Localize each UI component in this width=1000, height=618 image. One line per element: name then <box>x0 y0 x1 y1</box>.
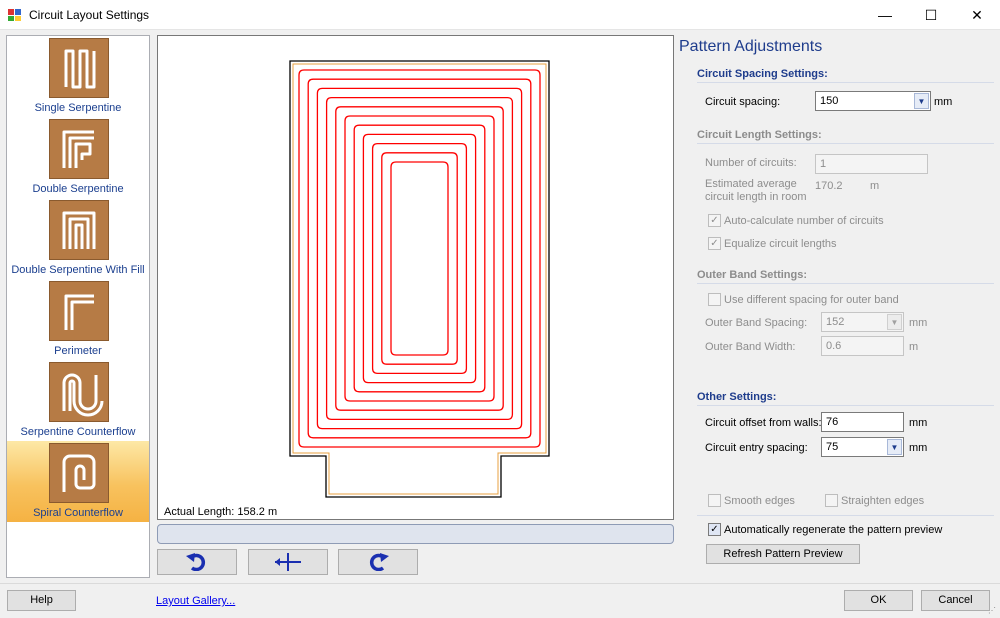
circuit-spacing-select[interactable]: 150 ▼ <box>815 91 931 111</box>
outer-band-spacing-label: Outer Band Spacing: <box>705 317 808 329</box>
actual-length-readout: Actual Length: 158.2 m <box>164 506 278 518</box>
outer-band <box>292 63 547 495</box>
layout-gallery-link[interactable]: Layout Gallery... <box>156 595 235 607</box>
sidebar-item-label: Double Serpentine <box>32 183 124 195</box>
rotate-right-icon <box>369 553 389 571</box>
pipe-circuit <box>298 69 541 448</box>
rotate-left-icon <box>186 553 206 571</box>
sidebar-item-spiral-counterflow[interactable]: Spiral Counterflow <box>7 441 149 522</box>
sidebar-item-label: Double Serpentine With Fill <box>11 264 145 276</box>
num-circuits-label: Number of circuits: <box>705 157 797 169</box>
est-length-label-2: circuit length in room <box>705 191 807 203</box>
sidebar-item-serpentine-counterflow[interactable]: Serpentine Counterflow <box>7 360 149 441</box>
num-circuits-field[interactable]: 1 <box>815 154 928 174</box>
section-divider <box>697 515 994 516</box>
equalize-label: Equalize circuit lengths <box>724 238 837 250</box>
straighten-edges-checkbox[interactable] <box>825 494 838 507</box>
pattern-preview[interactable]: Actual Length: 158.2 m <box>157 35 674 520</box>
smooth-edges-checkbox[interactable] <box>708 494 721 507</box>
maximize-icon[interactable]: ☐ <box>908 0 954 30</box>
outer-band-spacing-unit: mm <box>909 317 928 329</box>
equalize-checkbox[interactable]: ✓ <box>708 237 721 250</box>
section-other-settings: Other Settings: <box>697 391 777 403</box>
outer-band-diff-label: Use different spacing for outer band <box>724 294 899 306</box>
auto-regen-label: Automatically regenerate the pattern pre… <box>724 524 943 536</box>
entry-spacing-select[interactable]: 75 ▼ <box>821 437 904 457</box>
cancel-button[interactable]: Cancel <box>921 590 990 611</box>
section-divider <box>697 405 994 406</box>
progress-bar <box>157 524 674 544</box>
window-title: Circuit Layout Settings <box>29 8 150 22</box>
help-button[interactable]: Help <box>7 590 76 611</box>
sidebar-item-double-serpentine[interactable]: Double Serpentine <box>7 117 149 198</box>
outer-band-spacing-value: 152 <box>826 316 845 328</box>
outer-band-diff-checkbox[interactable] <box>708 293 721 306</box>
ok-button[interactable]: OK <box>844 590 913 611</box>
auto-calc-label: Auto-calculate number of circuits <box>724 215 884 227</box>
sidebar-item-label: Serpentine Counterflow <box>20 426 136 438</box>
spiral-layout-drawing <box>289 60 550 498</box>
section-circuit-spacing: Circuit Spacing Settings: <box>697 68 828 80</box>
circuit-spacing-value: 150 <box>820 95 839 107</box>
footer-divider <box>0 583 1000 584</box>
outer-band-width-field[interactable]: 0.6 <box>821 336 904 356</box>
straighten-edges-label: Straighten edges <box>841 495 925 507</box>
chevron-down-icon[interactable]: ▼ <box>914 93 929 109</box>
refresh-preview-button[interactable]: Refresh Pattern Preview <box>706 544 860 564</box>
section-divider <box>697 283 994 284</box>
minimize-icon[interactable]: — <box>862 0 908 30</box>
split-button[interactable] <box>248 549 328 575</box>
pipe-loops <box>298 69 541 448</box>
double-serpentine-fill-icon <box>49 200 109 260</box>
resize-grip-icon[interactable]: ⋰ <box>988 606 998 616</box>
serpentine-counterflow-icon <box>49 362 109 422</box>
room-outline <box>289 60 550 498</box>
section-circuit-length: Circuit Length Settings: <box>697 129 822 141</box>
pattern-list: Single Serpentine Double Serpentine Doub… <box>6 35 150 578</box>
offset-walls-field[interactable]: 76 <box>821 412 904 432</box>
section-outer-band: Outer Band Settings: <box>697 269 808 281</box>
offset-walls-label: Circuit offset from walls: <box>705 417 822 429</box>
section-divider <box>697 143 994 144</box>
spiral-counterflow-icon <box>49 443 109 503</box>
est-length-unit: m <box>870 180 880 192</box>
est-length-label-1: Estimated average <box>705 178 797 190</box>
est-length-value: 170.2 <box>815 180 843 192</box>
close-icon[interactable]: ✕ <box>954 0 1000 30</box>
sidebar-item-perimeter[interactable]: Perimeter <box>7 279 149 360</box>
sidebar-item-single-serpentine[interactable]: Single Serpentine <box>7 36 149 117</box>
app-icon <box>8 9 21 21</box>
sidebar-item-double-serpentine-fill[interactable]: Double Serpentine With Fill <box>7 198 149 279</box>
double-serpentine-icon <box>49 119 109 179</box>
section-divider <box>697 82 994 83</box>
chevron-down-icon[interactable]: ▼ <box>887 314 902 330</box>
entry-spacing-label: Circuit entry spacing: <box>705 442 808 454</box>
rotate-left-button[interactable] <box>157 549 237 575</box>
split-icon <box>275 553 301 571</box>
auto-regen-checkbox[interactable]: ✓ <box>708 523 721 536</box>
sidebar-item-label: Single Serpentine <box>34 102 122 114</box>
perimeter-icon <box>49 281 109 341</box>
chevron-down-icon[interactable]: ▼ <box>887 439 902 455</box>
smooth-edges-label: Smooth edges <box>724 495 795 507</box>
sidebar-item-label: Perimeter <box>54 345 102 357</box>
sidebar-item-label: Spiral Counterflow <box>33 507 123 519</box>
entry-spacing-unit: mm <box>909 442 928 454</box>
outer-band-width-unit: m <box>909 341 919 353</box>
circuit-spacing-unit: mm <box>934 96 953 108</box>
outer-band-spacing-select[interactable]: 152 ▼ <box>821 312 904 332</box>
rotate-right-button[interactable] <box>338 549 418 575</box>
outer-band-width-label: Outer Band Width: <box>705 341 796 353</box>
title-bar: Circuit Layout Settings — ☐ ✕ <box>0 0 1000 30</box>
auto-calc-checkbox[interactable]: ✓ <box>708 214 721 227</box>
circuit-spacing-label: Circuit spacing: <box>705 96 781 108</box>
single-serpentine-icon <box>49 38 109 98</box>
offset-walls-unit: mm <box>909 417 928 429</box>
entry-spacing-value: 75 <box>826 441 839 453</box>
pane-title: Pattern Adjustments <box>679 38 823 55</box>
